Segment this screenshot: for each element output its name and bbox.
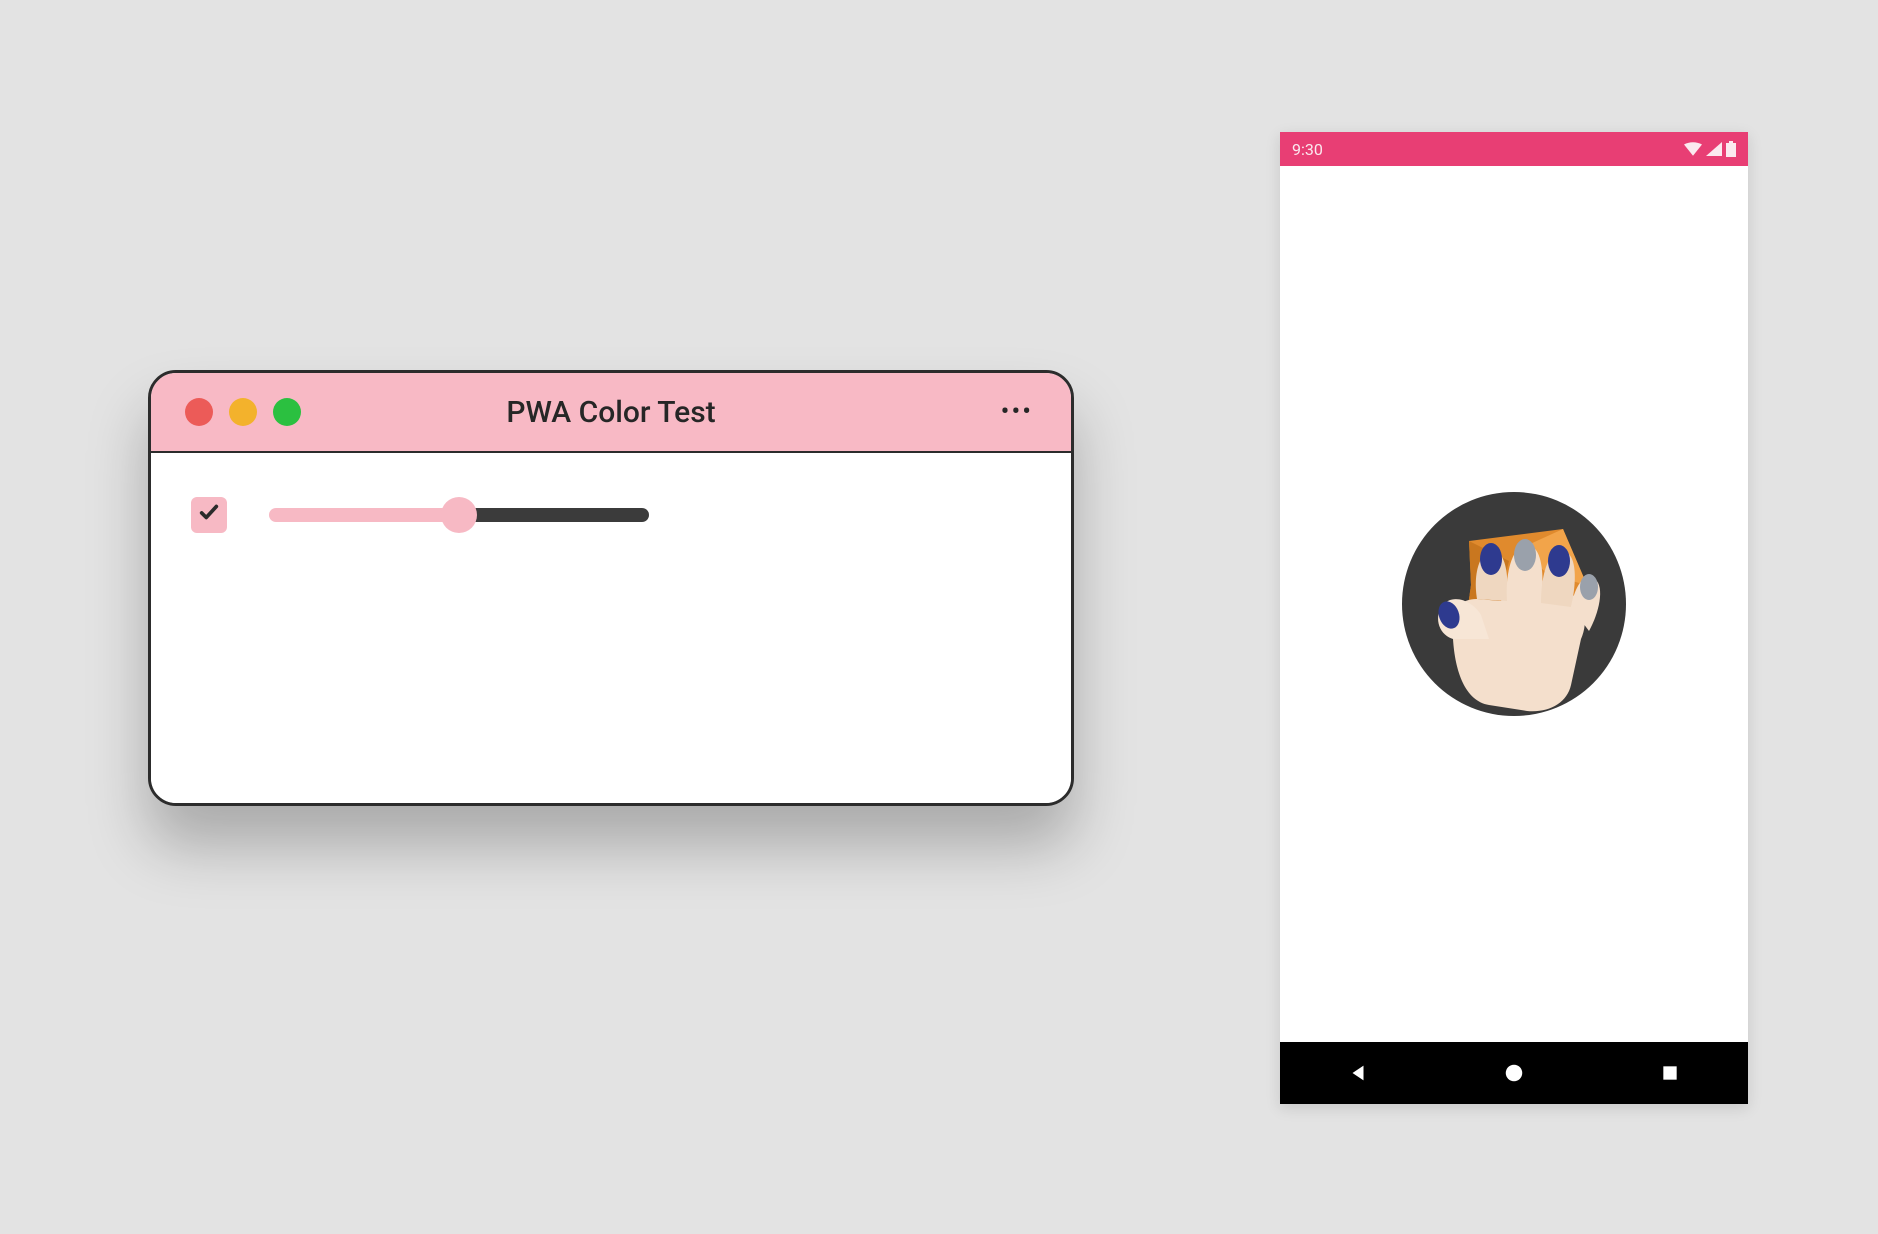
slider-thumb[interactable]	[441, 497, 477, 533]
squoosh-app-icon	[1399, 489, 1629, 719]
android-phone-frame: 9:30	[1280, 132, 1748, 1104]
wifi-icon	[1684, 142, 1702, 156]
checkmark-icon	[198, 500, 220, 530]
mac-pwa-window: PWA Color Test •••	[148, 370, 1074, 806]
status-bar-icons	[1684, 141, 1736, 157]
traffic-lights	[185, 398, 301, 426]
status-bar-time: 9:30	[1292, 140, 1323, 159]
status-bar: 9:30	[1280, 132, 1748, 166]
maximize-button[interactable]	[273, 398, 301, 426]
close-button[interactable]	[185, 398, 213, 426]
titlebar[interactable]: PWA Color Test •••	[151, 373, 1071, 453]
window-menu-button[interactable]: •••	[1001, 373, 1033, 451]
nav-back-button[interactable]	[1345, 1060, 1371, 1086]
signal-icon	[1706, 142, 1722, 156]
nav-recent-button[interactable]	[1657, 1060, 1683, 1086]
splash-screen	[1280, 166, 1748, 1042]
nav-home-button[interactable]	[1501, 1060, 1527, 1086]
battery-icon	[1726, 141, 1736, 157]
minimize-button[interactable]	[229, 398, 257, 426]
window-body	[151, 453, 1071, 803]
checkbox[interactable]	[191, 497, 227, 533]
slider[interactable]	[269, 497, 649, 533]
android-nav-bar	[1280, 1042, 1748, 1104]
slider-track-empty	[459, 508, 649, 522]
slider-track-filled	[269, 508, 459, 522]
